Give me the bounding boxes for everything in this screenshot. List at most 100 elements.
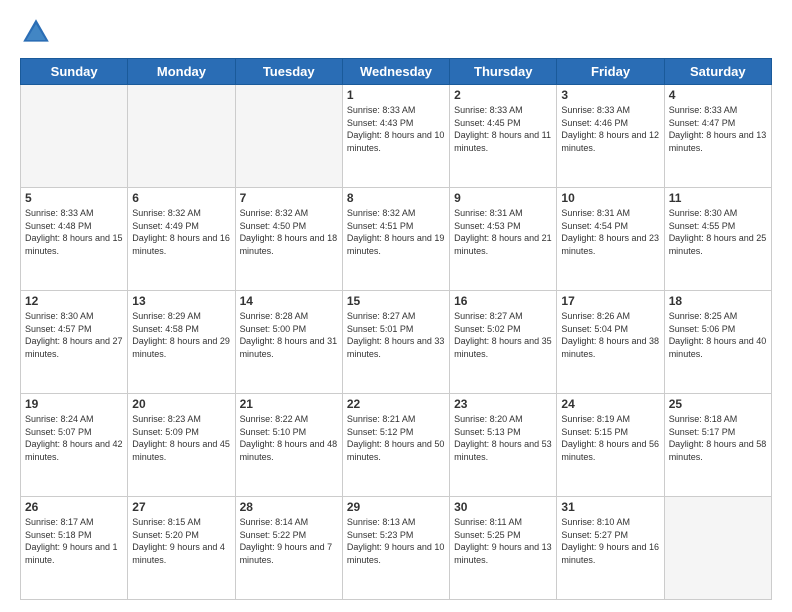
calendar-day-cell: 5Sunrise: 8:33 AM Sunset: 4:48 PM Daylig… [21,188,128,291]
calendar-day-cell: 7 Sunrise: 8:32 AM Sunset: 4:50 PM Daylig… [235,188,342,291]
calendar-day-cell: 23 Sunrise: 8:20 AM Sunset: 5:13 PM Dayli… [450,394,557,497]
day-info: Sunrise: 8:33 AM Sunset: 4:43 PM Dayligh… [347,104,445,154]
calendar-day-cell: 3 Sunrise: 8:33 AM Sunset: 4:46 PM Daylig… [557,85,664,188]
day-info: Sunrise: 8:32 AM Sunset: 4:51 PM Dayligh… [347,207,445,257]
calendar-day-cell: 27 Sunrise: 8:15 AM Sunset: 5:20 PM Dayli… [128,497,235,600]
day-number: 12 [25,294,123,308]
calendar-day-cell: 1 Sunrise: 8:33 AM Sunset: 4:43 PM Daylig… [342,85,449,188]
calendar-week-row: 19Sunrise: 8:24 AM Sunset: 5:07 PM Dayli… [21,394,772,497]
calendar-day-cell [128,85,235,188]
day-number: 30 [454,500,552,514]
day-number: 27 [132,500,230,514]
day-info: Sunrise: 8:10 AM Sunset: 5:27 PM Dayligh… [561,516,659,566]
calendar-day-cell: 12 Sunrise: 8:30 AM Sunset: 4:57 PM Dayli… [21,291,128,394]
day-of-week-header: Saturday [664,59,771,85]
calendar-day-cell [664,497,771,600]
calendar-header-row: SundayMondayTuesdayWednesdayThursdayFrid… [21,59,772,85]
day-number: 16 [454,294,552,308]
day-info: Sunrise: 8:28 AM Sunset: 5:00 PM Dayligh… [240,310,338,360]
calendar-day-cell: 20Sunrise: 8:23 AM Sunset: 5:09 PM Dayli… [128,394,235,497]
logo [20,16,56,48]
day-info: Sunrise: 8:11 AM Sunset: 5:25 PM Dayligh… [454,516,552,566]
calendar-day-cell: 22 Sunrise: 8:21 AM Sunset: 5:12 PM Dayli… [342,394,449,497]
day-info: Sunrise: 8:19 AM Sunset: 5:15 PM Dayligh… [561,413,659,463]
day-info: Sunrise: 8:33 AM Sunset: 4:46 PM Dayligh… [561,104,659,154]
calendar-day-cell: 10 Sunrise: 8:31 AM Sunset: 4:54 PM Dayli… [557,188,664,291]
day-of-week-header: Wednesday [342,59,449,85]
day-info: Sunrise: 8:15 AM Sunset: 5:20 PM Dayligh… [132,516,230,566]
day-number: 10 [561,191,659,205]
day-info: Sunrise: 8:32 AM Sunset: 4:50 PM Dayligh… [240,207,338,257]
day-number: 29 [347,500,445,514]
day-number: 8 [347,191,445,205]
calendar-day-cell [21,85,128,188]
day-number: 18 [669,294,767,308]
day-info: Sunrise: 8:29 AM Sunset: 4:58 PM Dayligh… [132,310,230,360]
calendar-week-row: 26 Sunrise: 8:17 AM Sunset: 5:18 PM Dayli… [21,497,772,600]
day-info: Sunrise: 8:13 AM Sunset: 5:23 PM Dayligh… [347,516,445,566]
day-of-week-header: Tuesday [235,59,342,85]
calendar-day-cell: 21Sunrise: 8:22 AM Sunset: 5:10 PM Dayli… [235,394,342,497]
day-info: Sunrise: 8:26 AM Sunset: 5:04 PM Dayligh… [561,310,659,360]
day-info: Sunrise: 8:33 AM Sunset: 4:48 PM Dayligh… [25,207,123,257]
day-info: Sunrise: 8:27 AM Sunset: 5:02 PM Dayligh… [454,310,552,360]
day-info: Sunrise: 8:30 AM Sunset: 4:57 PM Dayligh… [25,310,123,360]
day-info: Sunrise: 8:27 AM Sunset: 5:01 PM Dayligh… [347,310,445,360]
day-info: Sunrise: 8:25 AM Sunset: 5:06 PM Dayligh… [669,310,767,360]
day-info: Sunrise: 8:21 AM Sunset: 5:12 PM Dayligh… [347,413,445,463]
day-number: 31 [561,500,659,514]
day-number: 14 [240,294,338,308]
calendar-day-cell: 2 Sunrise: 8:33 AM Sunset: 4:45 PM Daylig… [450,85,557,188]
calendar-day-cell: 19Sunrise: 8:24 AM Sunset: 5:07 PM Dayli… [21,394,128,497]
day-number: 1 [347,88,445,102]
day-number: 4 [669,88,767,102]
calendar-table: SundayMondayTuesdayWednesdayThursdayFrid… [20,58,772,600]
calendar-day-cell: 28 Sunrise: 8:14 AM Sunset: 5:22 PM Dayli… [235,497,342,600]
day-number: 22 [347,397,445,411]
calendar-day-cell: 8 Sunrise: 8:32 AM Sunset: 4:51 PM Daylig… [342,188,449,291]
day-info: Sunrise: 8:14 AM Sunset: 5:22 PM Dayligh… [240,516,338,566]
calendar-day-cell: 9 Sunrise: 8:31 AM Sunset: 4:53 PM Daylig… [450,188,557,291]
day-info: Sunrise: 8:20 AM Sunset: 5:13 PM Dayligh… [454,413,552,463]
page: SundayMondayTuesdayWednesdayThursdayFrid… [0,0,792,612]
calendar-day-cell: 14 Sunrise: 8:28 AM Sunset: 5:00 PM Dayli… [235,291,342,394]
calendar-week-row: 12 Sunrise: 8:30 AM Sunset: 4:57 PM Dayli… [21,291,772,394]
day-info: Sunrise: 8:31 AM Sunset: 4:54 PM Dayligh… [561,207,659,257]
day-info: Sunrise: 8:17 AM Sunset: 5:18 PM Dayligh… [25,516,123,566]
day-of-week-header: Thursday [450,59,557,85]
calendar-day-cell: 30 Sunrise: 8:11 AM Sunset: 5:25 PM Dayli… [450,497,557,600]
logo-icon [20,16,52,48]
day-of-week-header: Monday [128,59,235,85]
calendar-day-cell: 25Sunrise: 8:18 AM Sunset: 5:17 PM Dayli… [664,394,771,497]
calendar-day-cell: 29 Sunrise: 8:13 AM Sunset: 5:23 PM Dayli… [342,497,449,600]
day-number: 7 [240,191,338,205]
day-info: Sunrise: 8:22 AM Sunset: 5:10 PM Dayligh… [240,413,338,463]
day-number: 25 [669,397,767,411]
calendar-day-cell: 24 Sunrise: 8:19 AM Sunset: 5:15 PM Dayli… [557,394,664,497]
day-info: Sunrise: 8:23 AM Sunset: 5:09 PM Dayligh… [132,413,230,463]
day-number: 28 [240,500,338,514]
day-number: 26 [25,500,123,514]
calendar-week-row: 1 Sunrise: 8:33 AM Sunset: 4:43 PM Daylig… [21,85,772,188]
header [20,16,772,48]
calendar-day-cell: 18 Sunrise: 8:25 AM Sunset: 5:06 PM Dayli… [664,291,771,394]
day-number: 17 [561,294,659,308]
day-of-week-header: Friday [557,59,664,85]
calendar-day-cell: 17 Sunrise: 8:26 AM Sunset: 5:04 PM Dayli… [557,291,664,394]
calendar-day-cell: 4 Sunrise: 8:33 AM Sunset: 4:47 PM Daylig… [664,85,771,188]
day-info: Sunrise: 8:33 AM Sunset: 4:47 PM Dayligh… [669,104,767,154]
day-number: 3 [561,88,659,102]
day-number: 24 [561,397,659,411]
day-number: 9 [454,191,552,205]
day-info: Sunrise: 8:31 AM Sunset: 4:53 PM Dayligh… [454,207,552,257]
day-number: 2 [454,88,552,102]
day-number: 13 [132,294,230,308]
day-number: 23 [454,397,552,411]
calendar-day-cell: 6Sunrise: 8:32 AM Sunset: 4:49 PM Daylig… [128,188,235,291]
day-info: Sunrise: 8:33 AM Sunset: 4:45 PM Dayligh… [454,104,552,154]
calendar-day-cell: 26 Sunrise: 8:17 AM Sunset: 5:18 PM Dayli… [21,497,128,600]
day-info: Sunrise: 8:24 AM Sunset: 5:07 PM Dayligh… [25,413,123,463]
calendar-day-cell: 13 Sunrise: 8:29 AM Sunset: 4:58 PM Dayli… [128,291,235,394]
calendar-day-cell: 15Sunrise: 8:27 AM Sunset: 5:01 PM Dayli… [342,291,449,394]
calendar-day-cell: 11Sunrise: 8:30 AM Sunset: 4:55 PM Dayli… [664,188,771,291]
